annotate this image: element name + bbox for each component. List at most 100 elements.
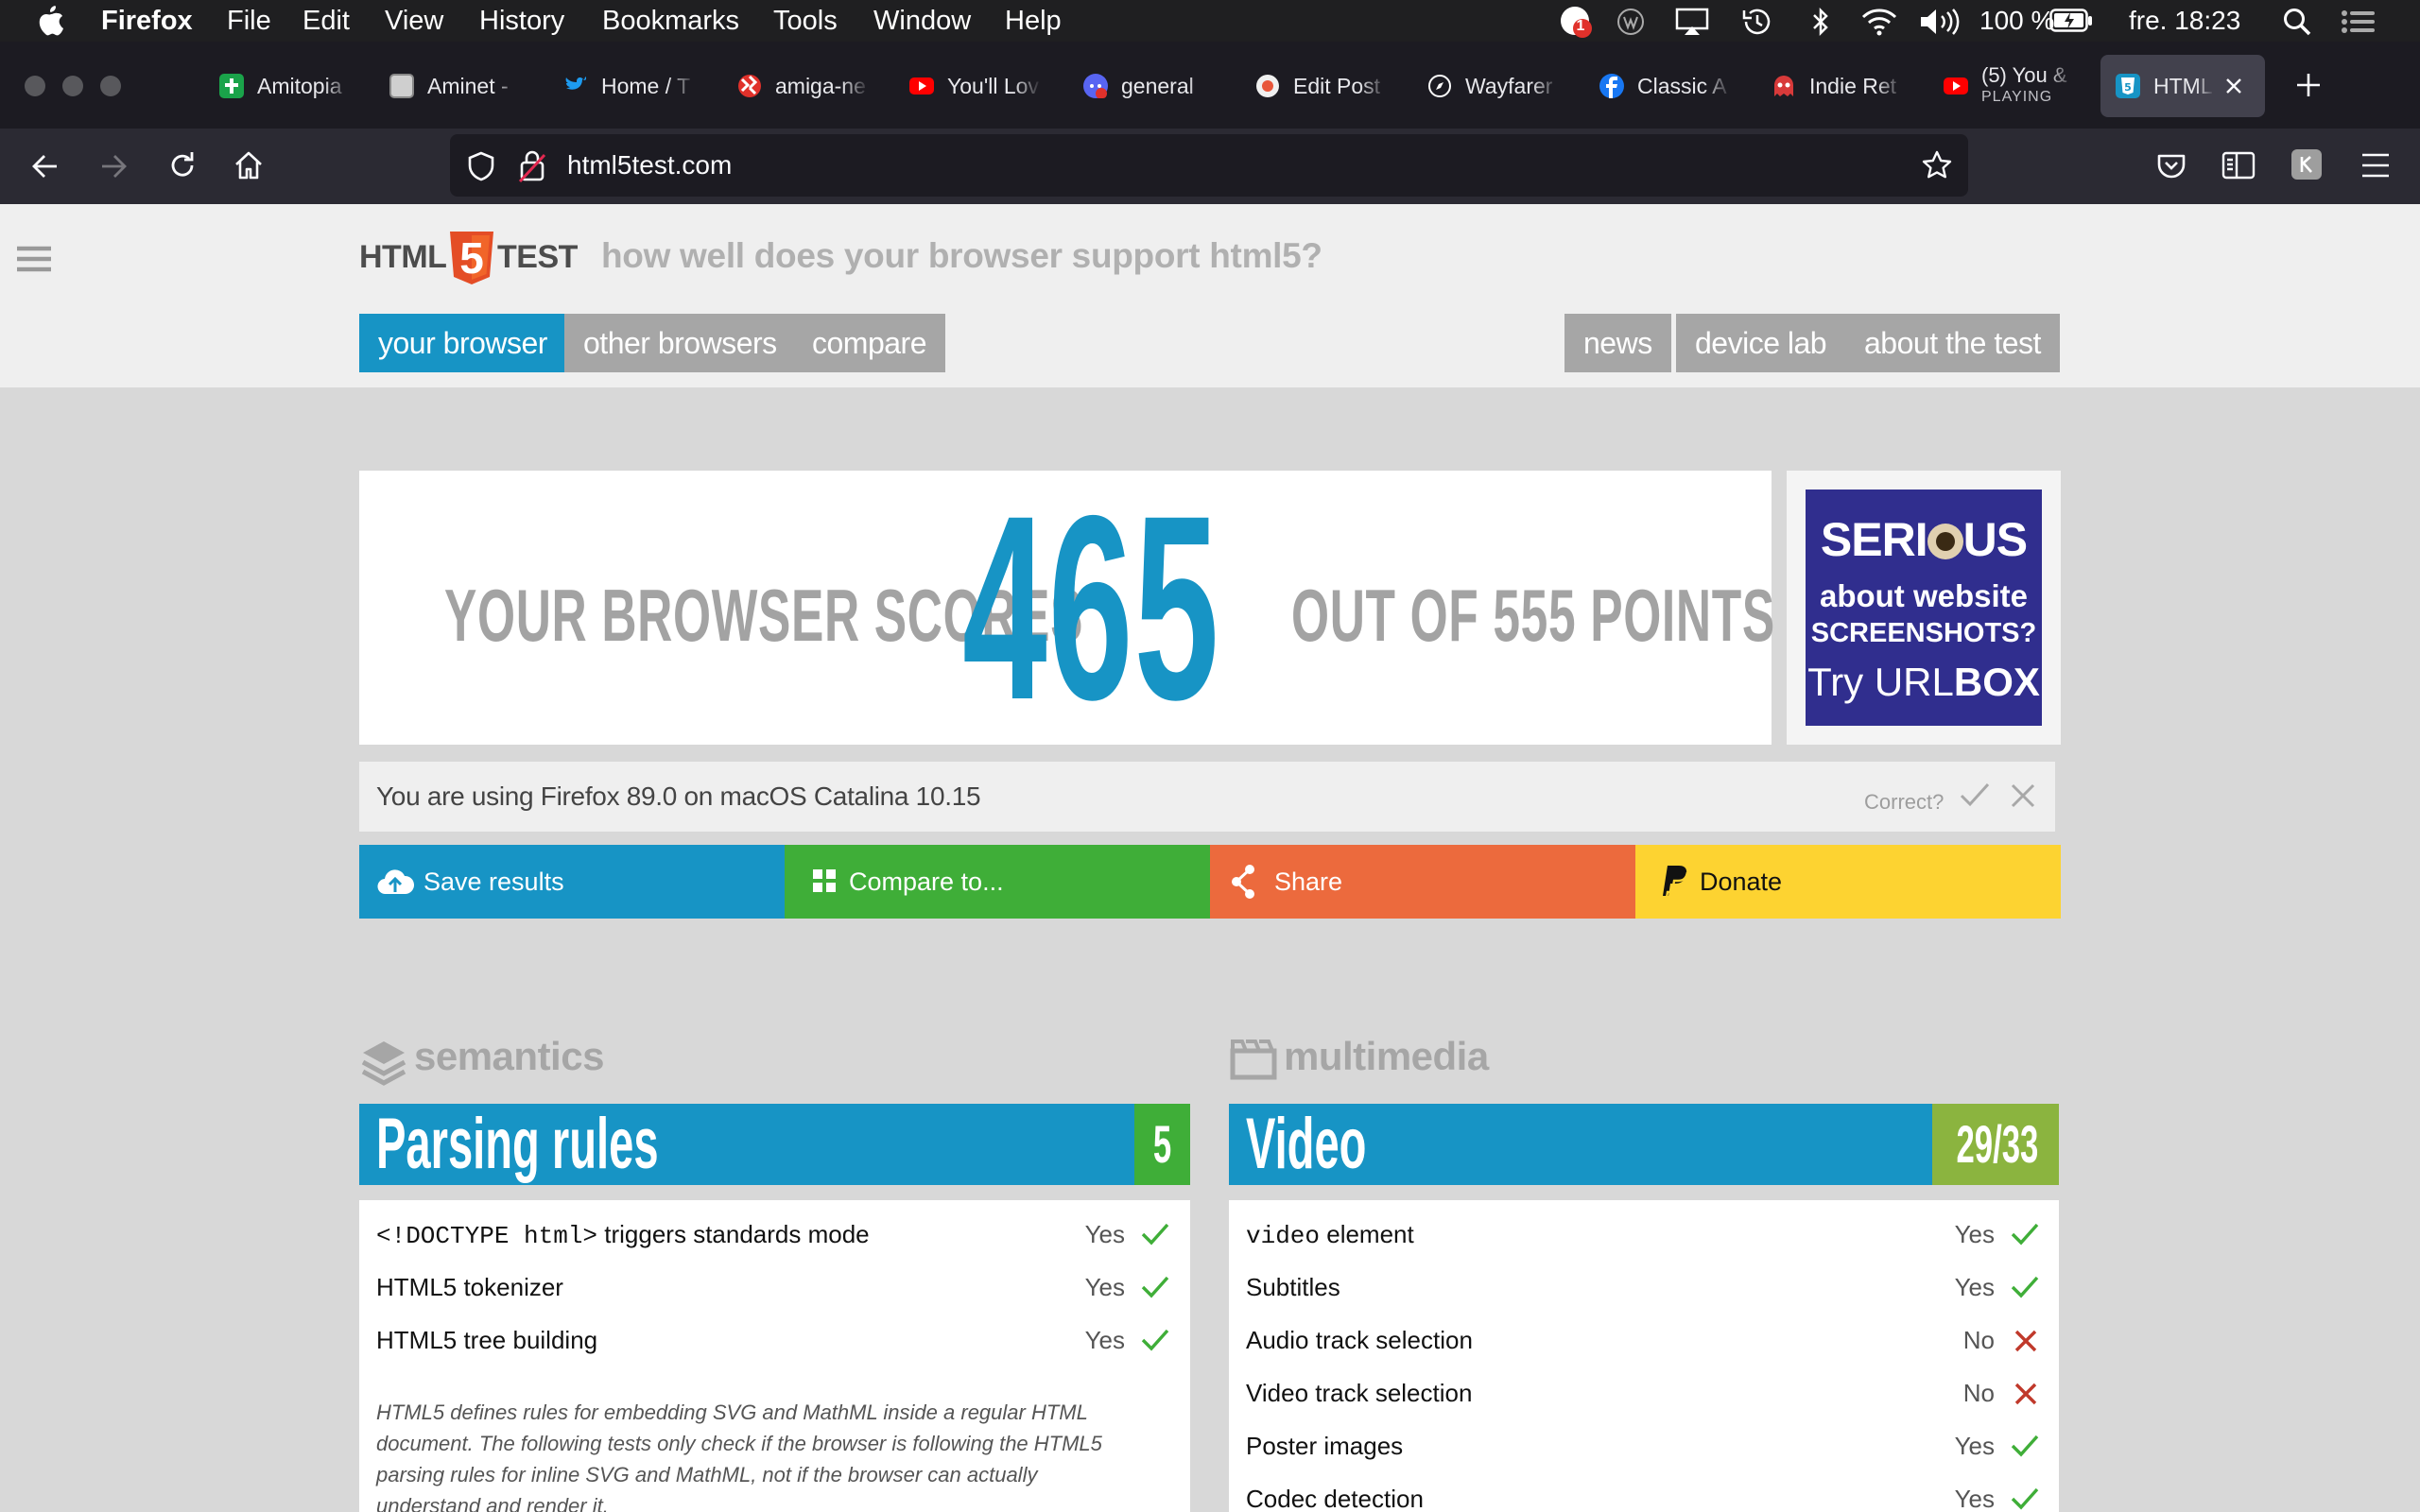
tab-html5test-active[interactable]: 5 HTML5 [2100, 55, 2265, 117]
tab-label: Edit Post [1293, 74, 1381, 98]
nav-other-browsers-tab[interactable]: other browsers [564, 314, 796, 372]
donate-button[interactable]: Donate [1635, 845, 2061, 919]
window-close-button[interactable] [25, 76, 45, 96]
window-zoom-button[interactable] [100, 76, 121, 96]
menubar-clock[interactable]: fre. 18:23 [2129, 0, 2240, 42]
tracking-protection-shield-icon[interactable] [467, 151, 495, 181]
home-icon[interactable] [233, 149, 265, 181]
menu-window[interactable]: Window [873, 0, 971, 42]
reload-icon[interactable] [166, 149, 199, 181]
html5-shield-icon: 5 [2116, 74, 2140, 98]
logo-html-text: HTML [359, 239, 447, 275]
tab-playing-label: PLAYING [1981, 89, 2053, 105]
tab-youtube-playing[interactable]: (5) You & PLAYING [1944, 55, 2085, 117]
nav-your-browser-tab[interactable]: your browser [359, 314, 566, 372]
forward-arrow-icon[interactable] [98, 151, 129, 181]
bookmark-star-icon[interactable] [1921, 149, 1953, 181]
reader-view-sidebar-icon[interactable] [2221, 151, 2256, 180]
menu-edit[interactable]: Edit [302, 0, 350, 42]
time-machine-icon[interactable] [1741, 7, 1773, 37]
menu-app-firefox[interactable]: Firefox [101, 0, 193, 42]
tab-twitter-home[interactable]: Home / T [563, 55, 705, 117]
semantics-layers-icon [361, 1041, 406, 1086]
tab-label: Classic A [1637, 74, 1727, 98]
wifi-icon[interactable] [1860, 8, 1898, 36]
nav-compare-tab[interactable]: compare [793, 314, 945, 372]
save-results-button[interactable]: Save results [359, 845, 785, 919]
result-code: video [1246, 1222, 1321, 1250]
result-code: <!DOCTYPE html> [376, 1222, 598, 1250]
pass-check-icon [1141, 1276, 1169, 1298]
spotlight-search-icon[interactable] [2282, 7, 2312, 37]
menu-bookmarks[interactable]: Bookmarks [602, 0, 739, 42]
menu-tools[interactable]: Tools [773, 0, 838, 42]
nav-device-lab-link[interactable]: device lab [1676, 314, 1846, 372]
result-row-doctype: <!DOCTYPE html> triggers standards mode [376, 1208, 870, 1261]
menu-history[interactable]: History [479, 0, 564, 42]
twitter-bird-icon [565, 77, 586, 90]
share-icon [1232, 865, 1254, 899]
battery-percent[interactable]: 100 % [1979, 0, 2054, 42]
reject-cross-icon[interactable] [2010, 782, 2036, 809]
airplay-icon[interactable] [1675, 8, 1709, 36]
insecure-lock-icon[interactable] [518, 149, 546, 183]
correct-prompt: Correct? [1864, 790, 1945, 814]
bluetooth-icon[interactable] [1811, 6, 1830, 38]
tab-aminet[interactable]: Aminet - [389, 55, 531, 117]
result-row-video-track-selection: Video track selection [1246, 1379, 1473, 1407]
result-row-html5-tokenizer: HTML5 tokenizer [376, 1273, 563, 1301]
extension-icon[interactable] [2291, 149, 2322, 180]
tab-indie-retro[interactable]: Indie Ret [1772, 55, 1913, 117]
tab-favicon-icon [219, 74, 244, 98]
edit-post-favicon-icon [1256, 75, 1279, 97]
logo-test-text: TEST [497, 239, 578, 275]
confirm-check-icon[interactable] [1959, 781, 1991, 809]
pass-check-icon [2011, 1276, 2039, 1298]
urlbox-advertisement[interactable]: SERI US about website SCREENSHOTS? Try UR… [1806, 490, 2042, 726]
category-title-parsing-rules: Parsing rules [376, 1104, 659, 1184]
tab-label: amiga-ne [775, 74, 866, 98]
back-arrow-icon[interactable] [30, 151, 60, 181]
tab-amitopia[interactable]: Amitopia [219, 55, 361, 117]
wordpress-icon[interactable] [1616, 8, 1645, 36]
category-score-value: 5 [1152, 1114, 1172, 1174]
window-minimize-button[interactable] [62, 76, 83, 96]
tab-close-icon[interactable] [2223, 76, 2244, 96]
menu-file[interactable]: File [227, 0, 271, 42]
fail-cross-icon [2014, 1330, 2037, 1352]
category-score-parsing-rules: 5 [1134, 1104, 1190, 1185]
tab-label: Indie Ret [1809, 74, 1897, 98]
tab-discord-general[interactable]: general [1083, 55, 1225, 117]
result-row-codec-detection: Codec detection [1246, 1485, 1424, 1512]
tab-amiga-news[interactable]: amiga-ne [737, 55, 879, 117]
hamburger-menu-icon[interactable] [2360, 151, 2392, 180]
pocket-icon[interactable] [2155, 149, 2187, 181]
battery-icon[interactable] [2049, 9, 2093, 33]
nav-about-the-test-link[interactable]: about the test [1845, 314, 2060, 372]
share-button[interactable]: Share [1210, 845, 1635, 919]
tab-edit-post[interactable]: Edit Post [1255, 55, 1397, 117]
paypal-icon [1663, 866, 1689, 899]
tab-facebook-classic[interactable]: Classic A [1599, 55, 1741, 117]
site-hamburger-menu-icon[interactable] [15, 244, 53, 274]
section-title-multimedia: multimedia [1284, 1034, 1489, 1078]
nav-news-link[interactable]: news [1564, 314, 1671, 372]
category-score-video: 29/33 [1932, 1104, 2059, 1185]
apple-icon[interactable] [38, 6, 64, 36]
tab-youtube-1[interactable]: You'll Lov [909, 55, 1051, 117]
macos-menu-bar: Firefox File Edit View History Bookmarks… [0, 0, 2420, 42]
new-tab-plus-icon[interactable] [2295, 72, 2322, 98]
tab-wayfarer[interactable]: Wayfarer [1427, 55, 1569, 117]
action-label: Compare to... [849, 868, 1004, 896]
menu-help[interactable]: Help [1005, 0, 1062, 42]
youtube-play-icon [1944, 77, 1968, 94]
menu-view[interactable]: View [385, 0, 443, 42]
result-value: No [1962, 1379, 1995, 1407]
compare-to-button[interactable]: Compare to... [785, 845, 1210, 919]
control-center-icon[interactable] [2341, 9, 2377, 35]
grid-icon [813, 869, 836, 892]
result-label: element [1320, 1220, 1414, 1248]
volume-icon[interactable] [1919, 8, 1961, 36]
url-text[interactable]: html5test.com [567, 145, 732, 186]
action-label: Save results [424, 868, 564, 896]
